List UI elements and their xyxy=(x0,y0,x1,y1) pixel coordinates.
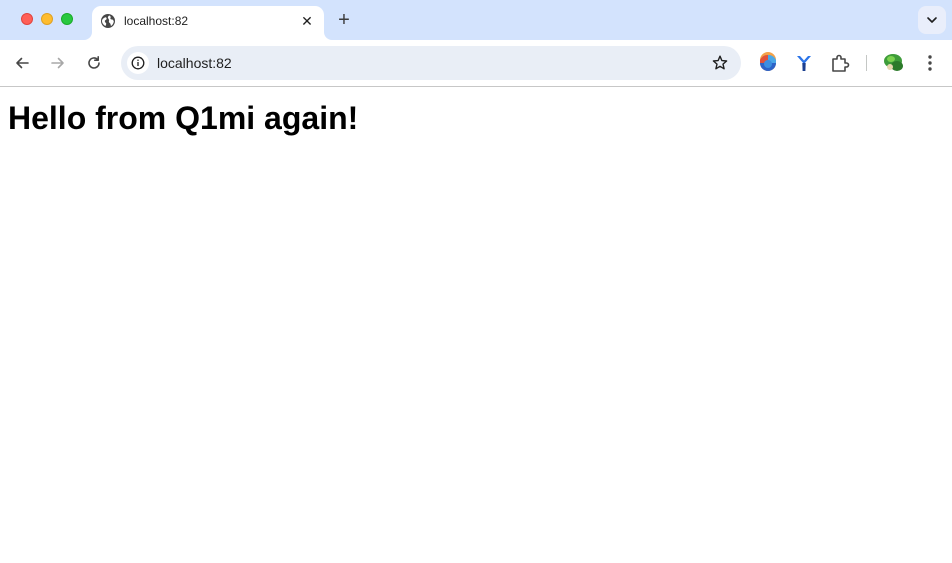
forward-button[interactable] xyxy=(46,51,70,75)
extension-y-icon[interactable] xyxy=(793,52,815,74)
globe-icon xyxy=(100,13,116,29)
site-info-button[interactable] xyxy=(127,52,149,74)
browser-menu-button[interactable] xyxy=(920,51,940,75)
window-close-button[interactable] xyxy=(21,13,33,25)
address-url[interactable]: localhost:82 xyxy=(157,55,232,71)
page-heading: Hello from Q1mi again! xyxy=(8,100,359,136)
reload-icon xyxy=(88,56,100,69)
back-button[interactable] xyxy=(10,51,34,75)
arrow-left-icon xyxy=(16,57,29,69)
tab-strip: localhost:82 ✕ + xyxy=(0,0,952,40)
new-tab-button[interactable]: + xyxy=(334,10,354,30)
address-bar[interactable]: localhost:82 xyxy=(121,46,741,80)
info-icon xyxy=(131,56,145,70)
tab-search-button[interactable] xyxy=(918,6,946,34)
browser-window: localhost:82 ✕ + localhost:82 Hello from… xyxy=(0,0,952,563)
extension-colorful-icon[interactable] xyxy=(757,52,779,74)
arrow-right-icon xyxy=(51,57,64,69)
tab-title: localhost:82 xyxy=(124,14,189,28)
star-icon xyxy=(712,55,728,70)
profile-avatar[interactable] xyxy=(882,51,906,75)
window-maximize-button[interactable] xyxy=(61,13,73,25)
bookmark-star-button[interactable] xyxy=(711,54,729,72)
chevron-down-icon xyxy=(927,17,937,23)
close-tab-icon[interactable]: ✕ xyxy=(298,12,316,30)
more-vertical-icon xyxy=(928,55,932,71)
reload-button[interactable] xyxy=(82,51,106,75)
page-content: Hello from Q1mi again! xyxy=(0,87,952,563)
window-minimize-button[interactable] xyxy=(41,13,53,25)
toolbar: localhost:82 xyxy=(0,40,952,86)
tab-active[interactable]: localhost:82 ✕ xyxy=(92,6,324,40)
toolbar-separator xyxy=(866,55,867,71)
extensions-puzzle-icon[interactable] xyxy=(829,52,851,74)
